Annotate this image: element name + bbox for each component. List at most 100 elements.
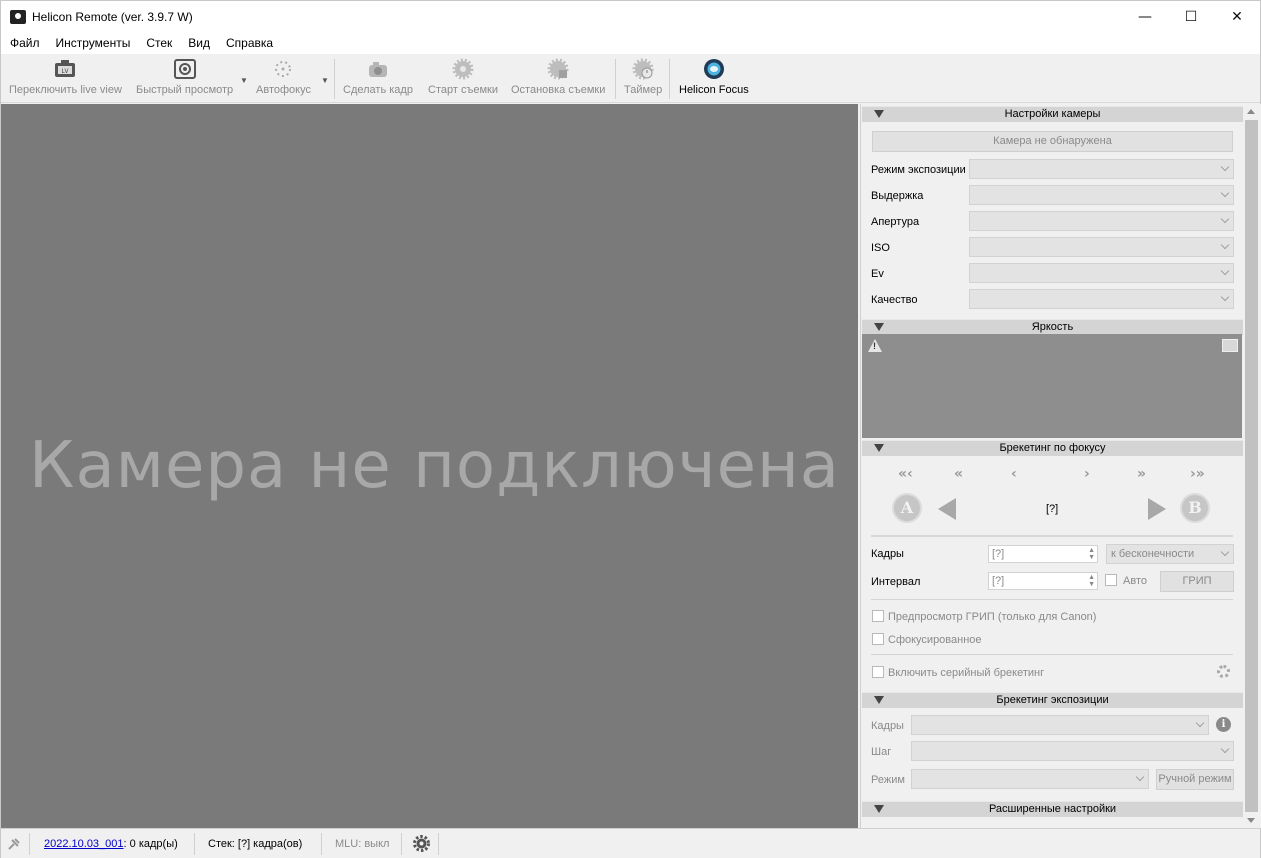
scroll-thumb[interactable]: [1245, 120, 1258, 812]
step-back-small-icon[interactable]: ‹: [1011, 466, 1017, 482]
status-separator: [29, 833, 30, 855]
grip-button[interactable]: ГРИП: [1160, 571, 1234, 592]
spin-arrows-icon[interactable]: ▲ ▼: [1088, 547, 1095, 561]
step-forward-large-icon[interactable]: ›»: [1190, 466, 1205, 482]
auto-checkbox[interactable]: [1105, 574, 1117, 586]
mlu-status: MLU: выкл: [335, 838, 390, 850]
frames-mode-select[interactable]: к бесконечности: [1106, 544, 1234, 564]
live-view-area[interactable]: Камера не подключена: [1, 104, 858, 828]
menu-help[interactable]: Справка: [220, 36, 279, 50]
settings-panel: Настройки камеры Камера не обнаружена Ре…: [860, 104, 1261, 828]
camera-not-found-button[interactable]: Камера не обнаружена: [872, 131, 1233, 152]
menu-tools[interactable]: Инструменты: [50, 36, 137, 50]
status-separator: [194, 833, 195, 855]
settings-gear-icon[interactable]: [413, 835, 430, 852]
window-title: Helicon Remote (ver. 3.9.7 W): [32, 9, 193, 24]
exp-mode-select[interactable]: [911, 769, 1149, 789]
aperture-select[interactable]: [969, 211, 1234, 231]
advanced-settings-title: Расширенные настройки: [988, 803, 1117, 815]
focus-bracketing-header[interactable]: Брекетинг по фокусу: [862, 440, 1243, 456]
minimize-button[interactable]: —: [1122, 1, 1168, 32]
move-left-arrow-icon[interactable]: [938, 498, 956, 520]
status-separator: [438, 833, 439, 855]
svg-text:LV: LV: [62, 69, 69, 75]
menu-bar: Файл Инструменты Стек Вид Справка: [1, 32, 1260, 54]
app-window: Helicon Remote (ver. 3.9.7 W) — ☐ ✕ Файл…: [0, 0, 1261, 858]
serial-bracketing-gear-icon[interactable]: [1217, 665, 1230, 678]
focused-checkbox[interactable]: [872, 633, 884, 645]
menu-view[interactable]: Вид: [182, 36, 216, 50]
quality-select[interactable]: [969, 289, 1234, 309]
set-point-a-button[interactable]: A: [892, 493, 922, 523]
scroll-up-icon[interactable]: [1247, 109, 1255, 114]
interval-label: Интервал: [871, 576, 921, 588]
frames-count: : 0 кадр(ы): [123, 838, 178, 850]
camera-settings-header[interactable]: Настройки камеры: [862, 106, 1243, 122]
exp-mode-label: Режим: [871, 774, 905, 786]
timer-label: Таймер: [624, 84, 663, 96]
shutter-speed-select[interactable]: [969, 185, 1234, 205]
maximize-button[interactable]: ☐: [1168, 1, 1214, 32]
serial-bracketing-label: Включить серийный брекетинг: [888, 667, 1045, 679]
brightness-header[interactable]: Яркость: [862, 319, 1243, 335]
focus-range-slider[interactable]: [871, 535, 1233, 537]
toolbar-separator: [615, 59, 616, 99]
take-shot-button[interactable]: Сделать кадр: [343, 58, 413, 96]
divider: [871, 599, 1233, 600]
exp-frames-select[interactable]: [911, 715, 1209, 735]
manual-mode-button[interactable]: Ручной режим: [1156, 769, 1234, 790]
scroll-down-icon[interactable]: [1247, 818, 1255, 823]
exp-step-select[interactable]: [911, 741, 1234, 761]
preview-grip-checkbox[interactable]: [872, 610, 884, 622]
step-back-medium-icon[interactable]: «: [954, 466, 963, 482]
collapse-triangle-icon: [874, 110, 884, 118]
ev-select[interactable]: [969, 263, 1234, 283]
status-separator: [321, 833, 322, 855]
interval-spinbox[interactable]: [?] ▲ ▼: [988, 572, 1098, 590]
quick-preview-button[interactable]: Быстрый просмотр: [136, 58, 233, 96]
frames-label: Кадры: [871, 548, 904, 560]
exposure-bracketing-header[interactable]: Брекетинг экспозиции: [862, 692, 1243, 708]
menu-stack[interactable]: Стек: [140, 36, 178, 50]
quick-preview-dropdown-icon[interactable]: ▼: [240, 76, 248, 85]
histogram-image-icon[interactable]: [1222, 339, 1238, 352]
advanced-settings-header[interactable]: Расширенные настройки: [862, 801, 1243, 817]
stop-shooting-button[interactable]: Остановка съемки: [511, 58, 605, 96]
iso-select[interactable]: [969, 237, 1234, 257]
divider: [871, 654, 1233, 655]
live-view-button[interactable]: LV Переключить live view: [9, 58, 122, 96]
helicon-focus-button[interactable]: Helicon Focus: [679, 58, 749, 96]
move-right-arrow-icon[interactable]: [1148, 498, 1166, 520]
step-back-large-icon[interactable]: «‹: [898, 466, 913, 482]
focused-label: Сфокусированное: [888, 634, 982, 646]
autofocus-label: Автофокус: [256, 84, 311, 96]
frames-mode-value: к бесконечности: [1111, 548, 1195, 560]
menu-file[interactable]: Файл: [4, 36, 46, 50]
serial-bracketing-checkbox[interactable]: [872, 666, 884, 678]
toolbar-separator: [334, 59, 335, 99]
camera-settings-title: Настройки камеры: [1004, 108, 1101, 120]
autofocus-dropdown-icon[interactable]: ▼: [321, 76, 329, 85]
close-button[interactable]: ✕: [1214, 1, 1260, 32]
session-folder-link[interactable]: 2022.10.03_001: [44, 838, 124, 850]
toolbar-separator: [669, 59, 670, 99]
timer-button[interactable]: Таймер: [624, 58, 662, 96]
timer-icon: [632, 58, 654, 80]
window-controls: — ☐ ✕: [1122, 1, 1260, 32]
frames-spinbox[interactable]: [?] ▲ ▼: [988, 545, 1098, 563]
info-icon[interactable]: i: [1216, 717, 1231, 732]
set-point-b-button[interactable]: B: [1180, 493, 1210, 523]
preview-grip-label: Предпросмотр ГРИП (только для Canon): [888, 611, 1097, 623]
collapse-triangle-icon: [874, 323, 884, 331]
start-shooting-button[interactable]: Старт съемки: [428, 58, 498, 96]
autofocus-button[interactable]: Автофокус: [256, 58, 311, 96]
spin-arrows-icon[interactable]: ▲ ▼: [1088, 574, 1095, 588]
exp-frames-label: Кадры: [871, 720, 904, 732]
exposure-mode-select[interactable]: [969, 159, 1234, 179]
focus-bracketing-title: Брекетинг по фокусу: [999, 442, 1106, 454]
start-shooting-gear-icon: [452, 58, 474, 80]
step-forward-medium-icon[interactable]: »: [1137, 466, 1146, 482]
step-forward-small-icon[interactable]: ›: [1084, 466, 1090, 482]
toolbar: LV Переключить live view Быстрый просмот…: [1, 54, 1260, 103]
panel-scrollbar[interactable]: [1243, 104, 1260, 828]
